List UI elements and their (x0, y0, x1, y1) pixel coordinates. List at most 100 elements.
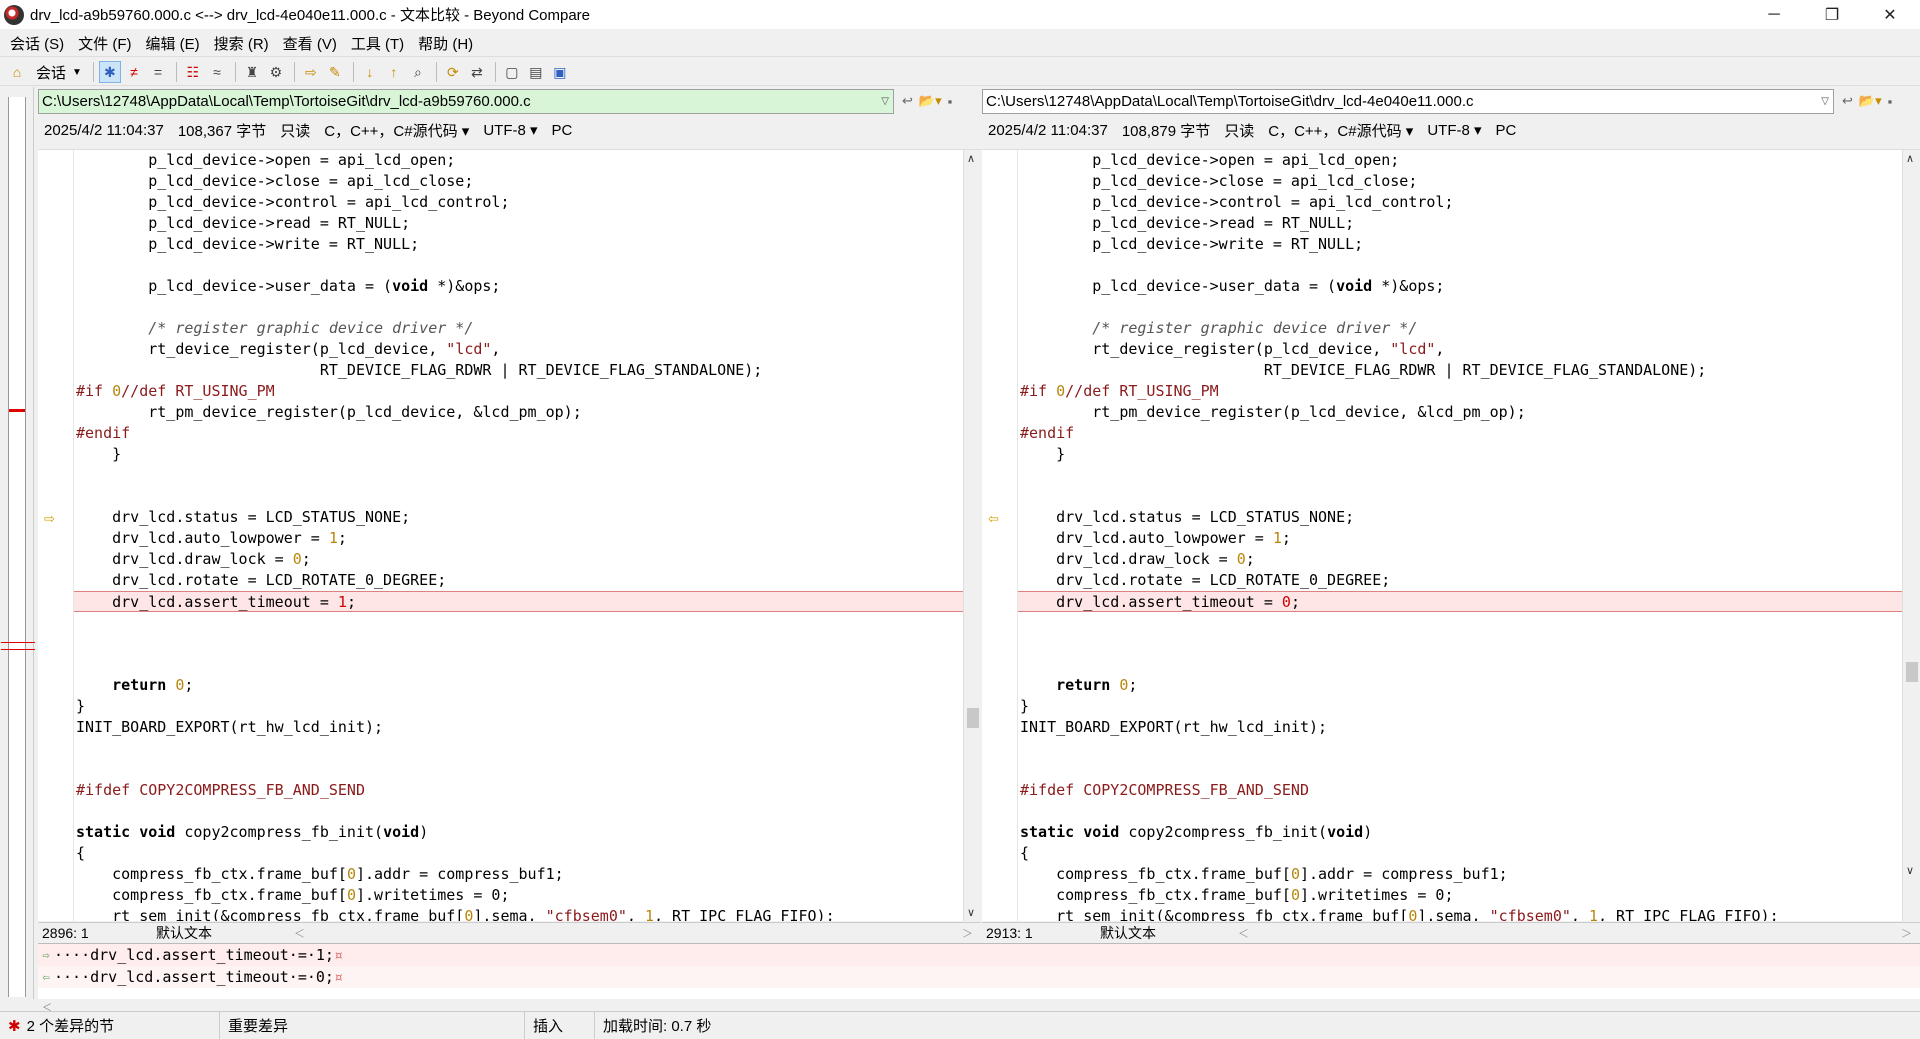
right-status-row: 2913: 1 默认文本 ＜＞ (982, 922, 1920, 942)
code-line: static void copy2compress_fb_init(void) (1020, 823, 1373, 841)
scroll-left-icon[interactable]: ＜ (1238, 925, 1249, 941)
chevron-down-icon[interactable]: ▽ (1821, 96, 1829, 107)
refresh-icon[interactable]: ⟳ (442, 61, 464, 83)
code-line: { (1020, 844, 1030, 862)
left-lang-dropdown[interactable]: C，C++，C#源代码 ▾ (324, 120, 469, 141)
folder-open-icon[interactable]: 📂▾ (919, 93, 942, 109)
line-detail-panel[interactable]: ⇨ ····drv_lcd.assert_timeout·=·1; ¤ ⇦ ···… (38, 943, 1920, 999)
save-icon[interactable]: ▪ (1888, 94, 1893, 109)
chevron-down-icon: ▼ (72, 66, 82, 78)
code-line: rt_sem_init(&compress_fb_ctx.frame_buf[0… (1020, 907, 1779, 921)
right-editor[interactable]: ⇦ p_lcd_device->open = api_lcd_open; p_l… (982, 149, 1920, 921)
save-icon[interactable]: ▣ (549, 61, 571, 83)
menu-edit[interactable]: 编辑 (E) (146, 33, 200, 54)
scroll-left-icon[interactable]: ＜ (294, 925, 305, 941)
diff-thumbnail-gutter[interactable] (0, 87, 35, 999)
diff-count: 2 个差异的节 (26, 1018, 115, 1035)
rules-icon[interactable]: ♜ (241, 61, 263, 83)
format-icon[interactable]: ⚙ (265, 61, 287, 83)
toolbar-separator (175, 62, 177, 82)
show-same-icon[interactable]: = (147, 61, 169, 83)
scroll-right-icon[interactable]: ＞ (1901, 925, 1912, 941)
detail-horizontal-scrollbar[interactable]: ＜ (38, 999, 1920, 1014)
history-icon[interactable]: ↩ (1842, 93, 1853, 109)
scrollbar-thumb[interactable] (1906, 662, 1918, 682)
scroll-down-icon[interactable]: ∨ (967, 906, 975, 919)
scroll-down-icon[interactable]: ∨ (1906, 864, 1914, 877)
diff-arrow-icon[interactable]: ⇨ (44, 511, 55, 527)
panel-icon[interactable]: ▢ (501, 61, 523, 83)
menu-help[interactable]: 帮助 (H) (418, 33, 473, 54)
menu-session[interactable]: 会话 (S) (10, 33, 64, 54)
find-icon[interactable]: ⌕ (407, 61, 429, 83)
code-line: #endif (76, 424, 131, 442)
diff-view-icon[interactable]: ☷ (182, 61, 204, 83)
left-path-input[interactable]: C:\Users\12748\AppData\Local\Temp\Tortoi… (38, 88, 894, 114)
chevron-down-icon[interactable]: ▽ (881, 96, 889, 107)
diff-arrow-icon[interactable]: ⇦ (988, 511, 999, 527)
minimize-button[interactable]: ─ (1745, 0, 1803, 29)
menu-file[interactable]: 文件 (F) (78, 33, 131, 54)
code-line: RT_DEVICE_FLAG_RDWR | RT_DEVICE_FLAG_STA… (76, 361, 763, 379)
folder-open-icon[interactable]: 📂▾ (1859, 93, 1882, 109)
detail-line-right[interactable]: ⇦ ····drv_lcd.assert_timeout·=·0; ¤ (38, 966, 1920, 988)
edit-icon[interactable]: ✎ (324, 61, 346, 83)
restore-button[interactable]: ❐ (1803, 0, 1861, 29)
left-filetype[interactable]: 默认文本 (156, 923, 286, 943)
code-line: #endif (1020, 424, 1075, 442)
show-all-icon[interactable]: ✱ (98, 61, 121, 83)
right-margin: ⇦ (982, 150, 1018, 921)
status-bar: ✱ 2 个差异的节 重要差异 插入 加载时间: 0.7 秒 (0, 1011, 1920, 1039)
home-icon[interactable]: ⌂ (6, 61, 28, 83)
right-lang-dropdown[interactable]: C，C++，C#源代码 ▾ (1268, 120, 1413, 141)
menu-view[interactable]: 查看 (V) (283, 33, 337, 54)
left-code[interactable]: p_lcd_device->open = api_lcd_open; p_lcd… (74, 150, 963, 921)
code-line: /* register graphic device driver */ (76, 319, 474, 337)
scroll-up-icon[interactable]: ∧ (967, 152, 975, 165)
scrollbar-thumb[interactable] (967, 708, 979, 728)
next-diff-icon[interactable]: ↓ (359, 61, 381, 83)
right-info-row: 2025/4/2 11:04:37 108,879 字节 只读 C，C++，C#源代码… (982, 117, 1920, 143)
title-bar: drv_lcd-a9b59760.000.c <--> drv_lcd-4e04… (0, 0, 1920, 29)
copy-to-right-icon[interactable]: ⇨ (300, 61, 322, 83)
left-editor[interactable]: ⇨ p_lcd_device->open = api_lcd_open; p_l… (38, 149, 981, 921)
list-icon[interactable]: ▤ (525, 61, 547, 83)
left-horizontal-scrollbar[interactable]: ＜＞ (286, 925, 981, 941)
code-line: p_lcd_device->user_data = (void *)&ops; (76, 277, 501, 295)
right-encoding-dropdown[interactable]: UTF-8 ▾ (1427, 121, 1481, 139)
swap-icon[interactable]: ⇄ (466, 61, 488, 83)
insert-mode-section: 插入 (525, 1012, 595, 1039)
scroll-right-icon[interactable]: ＞ (962, 925, 973, 941)
menu-search[interactable]: 搜索 (R) (214, 33, 269, 54)
scroll-up-icon[interactable]: ∧ (1906, 152, 1914, 165)
close-button[interactable]: ✕ (1861, 0, 1919, 29)
left-encoding-dropdown[interactable]: UTF-8 ▾ (483, 121, 537, 139)
save-icon[interactable]: ▪ (948, 94, 953, 109)
toolbar-separator (352, 62, 354, 82)
code-line: return 0; (112, 676, 194, 694)
right-filetype[interactable]: 默认文本 (1100, 923, 1230, 943)
prev-diff-icon[interactable]: ↑ (383, 61, 405, 83)
left-vertical-scrollbar[interactable]: ∧ ∨ (963, 150, 981, 921)
right-size: 108,879 字节 (1121, 122, 1211, 140)
menu-tools[interactable]: 工具 (T) (351, 33, 404, 54)
diff-line[interactable]: drv_lcd.assert_timeout = 1; (74, 591, 963, 612)
show-differences-icon[interactable]: ≠ (123, 61, 145, 83)
right-vertical-scrollbar[interactable]: ∧ ∨ (1902, 150, 1920, 921)
session-dropdown[interactable]: 会话 ▼ (36, 62, 82, 83)
diff-line[interactable]: drv_lcd.assert_timeout = 0; (1018, 591, 1902, 612)
right-horizontal-scrollbar[interactable]: ＜＞ (1230, 925, 1920, 941)
detail-line-left[interactable]: ⇨ ····drv_lcd.assert_timeout·=·1; ¤ (38, 944, 1920, 966)
right-code[interactable]: p_lcd_device->open = api_lcd_open; p_lcd… (1018, 150, 1902, 921)
code-line: p_lcd_device->write = RT_NULL; (1020, 235, 1364, 253)
right-path-input[interactable]: C:\Users\12748\AppData\Local\Temp\Tortoi… (982, 88, 1834, 114)
left-info-row: 2025/4/2 11:04:37 108,367 字节 只读 C，C++，C#源代码… (38, 117, 981, 143)
toolbar-separator (234, 62, 236, 82)
ignore-unimportant-icon[interactable]: ≈ (206, 61, 228, 83)
history-icon[interactable]: ↩ (902, 93, 913, 109)
toolbar-separator (92, 62, 94, 82)
